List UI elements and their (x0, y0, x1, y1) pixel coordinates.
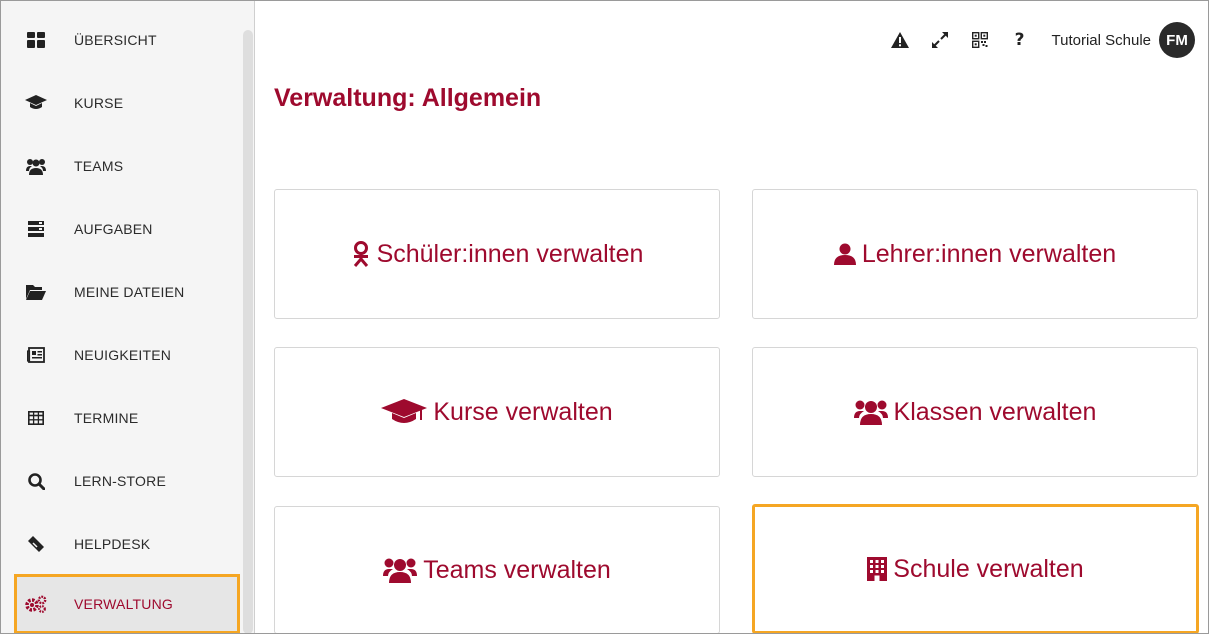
sidebar: ÜBERSICHT KURSE TEAMS AUFGABEN MEINE DAT… (0, 0, 255, 634)
warning-icon[interactable] (880, 32, 920, 48)
qrcode-icon[interactable] (960, 32, 1000, 48)
card-label: Teams verwalten (423, 555, 611, 584)
users-icon (383, 557, 418, 583)
card-manage-classes[interactable]: Klassen verwalten (752, 347, 1198, 477)
card-manage-teams[interactable]: Teams verwalten (274, 506, 720, 634)
school-name[interactable]: Tutorial Schule (1052, 32, 1152, 49)
building-icon (867, 557, 888, 581)
sidebar-item-meine-dateien[interactable]: MEINE DATEIEN (14, 264, 240, 320)
sidebar-item-neuigkeiten[interactable]: NEUIGKEITEN (14, 327, 240, 383)
sidebar-item-teams[interactable]: TEAMS (14, 138, 240, 194)
cogs-icon (18, 595, 54, 613)
sidebar-scrollbar[interactable] (243, 30, 253, 634)
dashboard-icon (18, 32, 54, 48)
card-label: Kurse verwalten (433, 397, 613, 426)
sidebar-item-termine[interactable]: TERMINE (14, 390, 240, 446)
search-icon (18, 472, 54, 490)
card-label: Schule verwalten (893, 554, 1084, 583)
sidebar-item-verwaltung[interactable]: VERWALTUNG (14, 574, 240, 634)
user-icon (833, 243, 856, 265)
student-icon (351, 241, 371, 267)
sidebar-item-aufgaben[interactable]: AUFGABEN (14, 201, 240, 257)
sidebar-item-label: KURSE (74, 95, 124, 111)
sidebar-item-label: AUFGABEN (74, 221, 153, 237)
sidebar-item-uebersicht[interactable]: ÜBERSICHT (14, 12, 240, 68)
sidebar-item-label: LERN-STORE (74, 473, 166, 489)
ticket-icon (18, 535, 54, 553)
card-label: Schüler:innen verwalten (376, 239, 644, 268)
folder-open-icon (18, 284, 54, 300)
card-manage-school[interactable]: Schule verwalten (752, 504, 1199, 634)
sidebar-item-label: HELPDESK (74, 536, 151, 552)
avatar[interactable]: FM (1159, 22, 1195, 58)
card-manage-students[interactable]: Schüler:innen verwalten (274, 189, 720, 319)
tasks-icon (18, 221, 54, 237)
sidebar-item-helpdesk[interactable]: HELPDESK (14, 516, 240, 572)
sidebar-item-label: NEUIGKEITEN (74, 347, 172, 363)
topbar: ? Tutorial Schule FM (880, 22, 1195, 58)
expand-icon[interactable] (920, 31, 960, 49)
sidebar-item-lern-store[interactable]: LERN-STORE (14, 453, 240, 509)
card-manage-courses[interactable]: Kurse verwalten (274, 347, 720, 477)
sidebar-item-label: TERMINE (74, 410, 139, 426)
calendar-table-icon (18, 411, 54, 425)
sidebar-item-label: ÜBERSICHT (74, 32, 157, 48)
sidebar-item-label: MEINE DATEIEN (74, 284, 185, 300)
graduation-cap-icon (381, 399, 428, 425)
card-manage-teachers[interactable]: Lehrer:innen verwalten (752, 189, 1198, 319)
sidebar-item-label: TEAMS (74, 158, 124, 174)
users-icon (18, 158, 54, 175)
page-title: Verwaltung: Allgemein (274, 84, 542, 112)
card-label: Lehrer:innen verwalten (861, 239, 1117, 268)
graduation-cap-icon (18, 95, 54, 111)
sidebar-item-kurse[interactable]: KURSE (14, 75, 240, 131)
help-icon[interactable]: ? (1000, 30, 1040, 50)
newspaper-icon (18, 347, 54, 363)
card-label: Klassen verwalten (893, 397, 1097, 426)
sidebar-item-label: VERWALTUNG (74, 596, 173, 612)
users-icon (853, 399, 888, 425)
